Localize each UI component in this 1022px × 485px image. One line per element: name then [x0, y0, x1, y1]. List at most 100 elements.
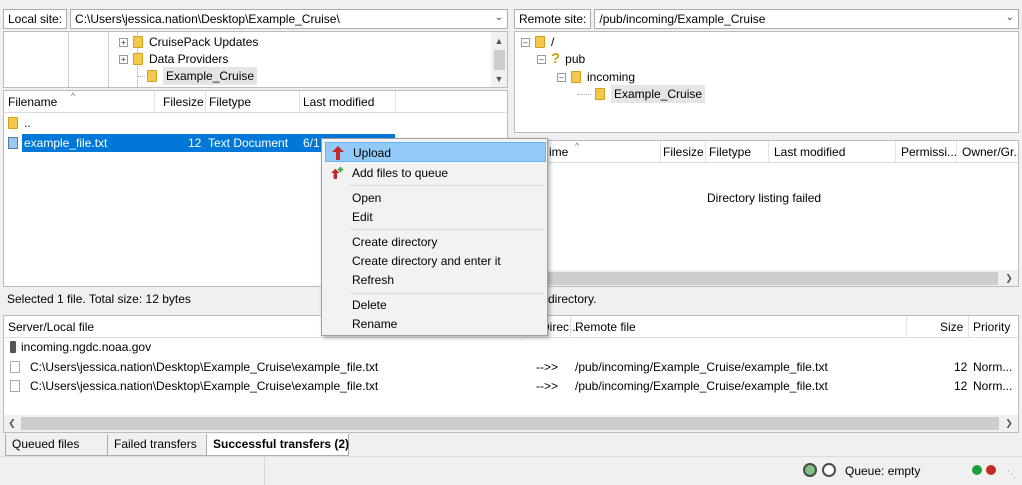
tree-item-label: incoming: [587, 70, 636, 84]
folder-icon: [147, 70, 157, 82]
menu-item-create-directory-enter[interactable]: Create directory and enter it: [325, 251, 546, 271]
expand-icon[interactable]: +: [119, 37, 128, 47]
menu-item-add-to-queue[interactable]: Add files to queue: [325, 163, 546, 183]
tree-item-cruisepack-updates[interactable]: + CruisePack Updates: [119, 33, 258, 51]
queue-direction: -->>: [536, 379, 559, 393]
column-server-local-file[interactable]: Server/Local file: [4, 316, 94, 338]
sort-ascending-icon: ^: [575, 141, 580, 151]
queue-local-file: C:\Users\jessica.nation\Desktop\Example_…: [30, 379, 379, 393]
collapse-icon[interactable]: –: [521, 37, 530, 47]
collapse-icon[interactable]: –: [557, 72, 566, 82]
folder-icon: [8, 117, 18, 129]
column-filename[interactable]: ime: [545, 141, 568, 163]
menu-item-label: Upload: [353, 146, 392, 160]
scroll-right-icon[interactable]: ❯: [1001, 415, 1017, 431]
remote-site-path-combo[interactable]: /pub/incoming/Example_Cruise ⌄: [594, 9, 1019, 29]
queue-local-file: C:\Users\jessica.nation\Desktop\Example_…: [30, 360, 379, 374]
chevron-down-icon[interactable]: ⌄: [495, 11, 503, 25]
tree-item-data-providers[interactable]: + Data Providers: [119, 50, 228, 68]
tab-failed-transfers[interactable]: Failed transfers: [107, 434, 207, 456]
queue-size: 12: [954, 379, 968, 393]
queue-status: Queue: empty: [845, 464, 921, 478]
directory-listing-message: Directory listing failed: [707, 191, 822, 205]
menu-item-upload[interactable]: Upload: [325, 142, 546, 162]
led-green-icon: [972, 465, 982, 475]
scrollbar-thumb[interactable]: [21, 417, 999, 430]
upload-arrow-icon: [332, 146, 344, 160]
remote-site-path: /pub/incoming/Example_Cruise: [599, 12, 766, 26]
queue-hscrollbar[interactable]: ❮ ❯: [4, 415, 1018, 432]
menu-item-rename[interactable]: Rename: [325, 314, 546, 334]
queue-direction: -->>: [536, 360, 559, 374]
remote-tree: – / – ? pub – incoming Example_Cruise: [514, 31, 1019, 133]
queue-priority: Norm...: [973, 379, 1013, 393]
folder-icon: [571, 71, 581, 83]
scroll-down-icon[interactable]: ▼: [491, 71, 507, 87]
scroll-up-icon[interactable]: ▲: [491, 33, 507, 49]
scroll-right-icon[interactable]: ❯: [1001, 270, 1017, 286]
folder-icon: [133, 36, 143, 48]
scroll-left-icon[interactable]: ❮: [4, 415, 20, 431]
queue-row[interactable]: C:\Users\jessica.nation\Desktop\Example_…: [4, 377, 1018, 395]
scrollbar-thumb[interactable]: [543, 272, 998, 285]
column-filetype[interactable]: Filetype: [705, 141, 751, 163]
tab-successful-transfers[interactable]: Successful transfers (2): [206, 434, 349, 456]
sort-ascending-icon: ^: [71, 91, 76, 101]
context-menu: Upload Add files to queue Open Edit Crea…: [321, 138, 548, 336]
menu-item-create-directory[interactable]: Create directory: [325, 232, 546, 252]
collapse-icon[interactable]: –: [537, 54, 546, 64]
speed-limit-icon[interactable]: [803, 463, 817, 477]
menu-item-label: Delete: [352, 298, 387, 312]
column-filesize[interactable]: Filesize: [159, 91, 204, 113]
column-last-modified[interactable]: Last modified: [299, 91, 374, 113]
menu-item-label: Create directory and enter it: [352, 254, 501, 268]
remote-site-bar: Remote site: /pub/incoming/Example_Cruis…: [514, 8, 1019, 30]
server-icon: [10, 341, 16, 353]
chevron-down-icon[interactable]: ⌄: [1006, 11, 1014, 25]
scrollbar-thumb[interactable]: [494, 50, 505, 70]
file-name: example_file.txt: [24, 136, 108, 150]
column-filetype[interactable]: Filetype: [205, 91, 251, 113]
menu-item-refresh[interactable]: Refresh: [325, 270, 546, 290]
tab-queued-files[interactable]: Queued files: [5, 434, 108, 456]
local-file-list-header: Filename ^ Filesize Filetype Last modifi…: [4, 91, 507, 113]
menu-item-label: Add files to queue: [352, 166, 449, 180]
queue-priority: Norm...: [973, 360, 1013, 374]
column-filesize[interactable]: Filesize: [659, 141, 704, 163]
question-folder-icon: ?: [551, 50, 561, 67]
tree-item-label: pub: [565, 52, 586, 66]
menu-item-label: Edit: [352, 210, 373, 224]
local-site-label: Local site:: [3, 9, 68, 29]
tree-item-pub[interactable]: – ? pub: [537, 50, 585, 68]
column-priority[interactable]: Priority: [969, 316, 1010, 338]
file-modified: 6/1: [303, 136, 320, 150]
folder-icon: [595, 88, 605, 100]
local-site-path-combo[interactable]: C:\Users\jessica.nation\Desktop\Example_…: [70, 9, 508, 29]
local-tree-scrollbar[interactable]: ▲ ▼: [491, 32, 507, 87]
resize-grip-icon[interactable]: ⋱: [1007, 469, 1016, 480]
tree-item-incoming[interactable]: – incoming: [557, 68, 635, 86]
column-remote-file[interactable]: Remote file: [571, 316, 636, 338]
speed-indicator-icon[interactable]: [822, 463, 836, 477]
column-permissions[interactable]: Permissi...: [897, 141, 957, 163]
queue-row[interactable]: C:\Users\jessica.nation\Desktop\Example_…: [4, 358, 1018, 376]
expand-icon[interactable]: +: [119, 54, 128, 64]
menu-item-open[interactable]: Open: [325, 188, 546, 208]
queue-size: 12: [954, 360, 968, 374]
remote-list-hscrollbar[interactable]: ❯: [515, 270, 1018, 286]
menu-item-delete[interactable]: Delete: [325, 295, 546, 315]
file-row-parent[interactable]: ..: [4, 114, 507, 132]
tree-item-remote-example-cruise[interactable]: Example_Cruise: [577, 85, 706, 103]
text-file-icon: [10, 380, 20, 392]
file-name: ..: [24, 116, 31, 130]
add-to-queue-icon: [331, 167, 343, 179]
column-filename[interactable]: Filename: [4, 91, 57, 113]
tree-item-example-cruise[interactable]: Example_Cruise: [137, 67, 258, 85]
menu-item-edit[interactable]: Edit: [325, 207, 546, 227]
column-owner-group[interactable]: Owner/Gr...: [958, 141, 1018, 163]
queue-server-row[interactable]: incoming.ngdc.noaa.gov: [4, 338, 1018, 356]
local-site-bar: Local site: C:\Users\jessica.nation\Desk…: [3, 8, 508, 30]
tree-item-root[interactable]: – /: [521, 33, 554, 51]
column-size[interactable]: Size: [936, 316, 963, 338]
column-last-modified[interactable]: Last modified: [770, 141, 845, 163]
